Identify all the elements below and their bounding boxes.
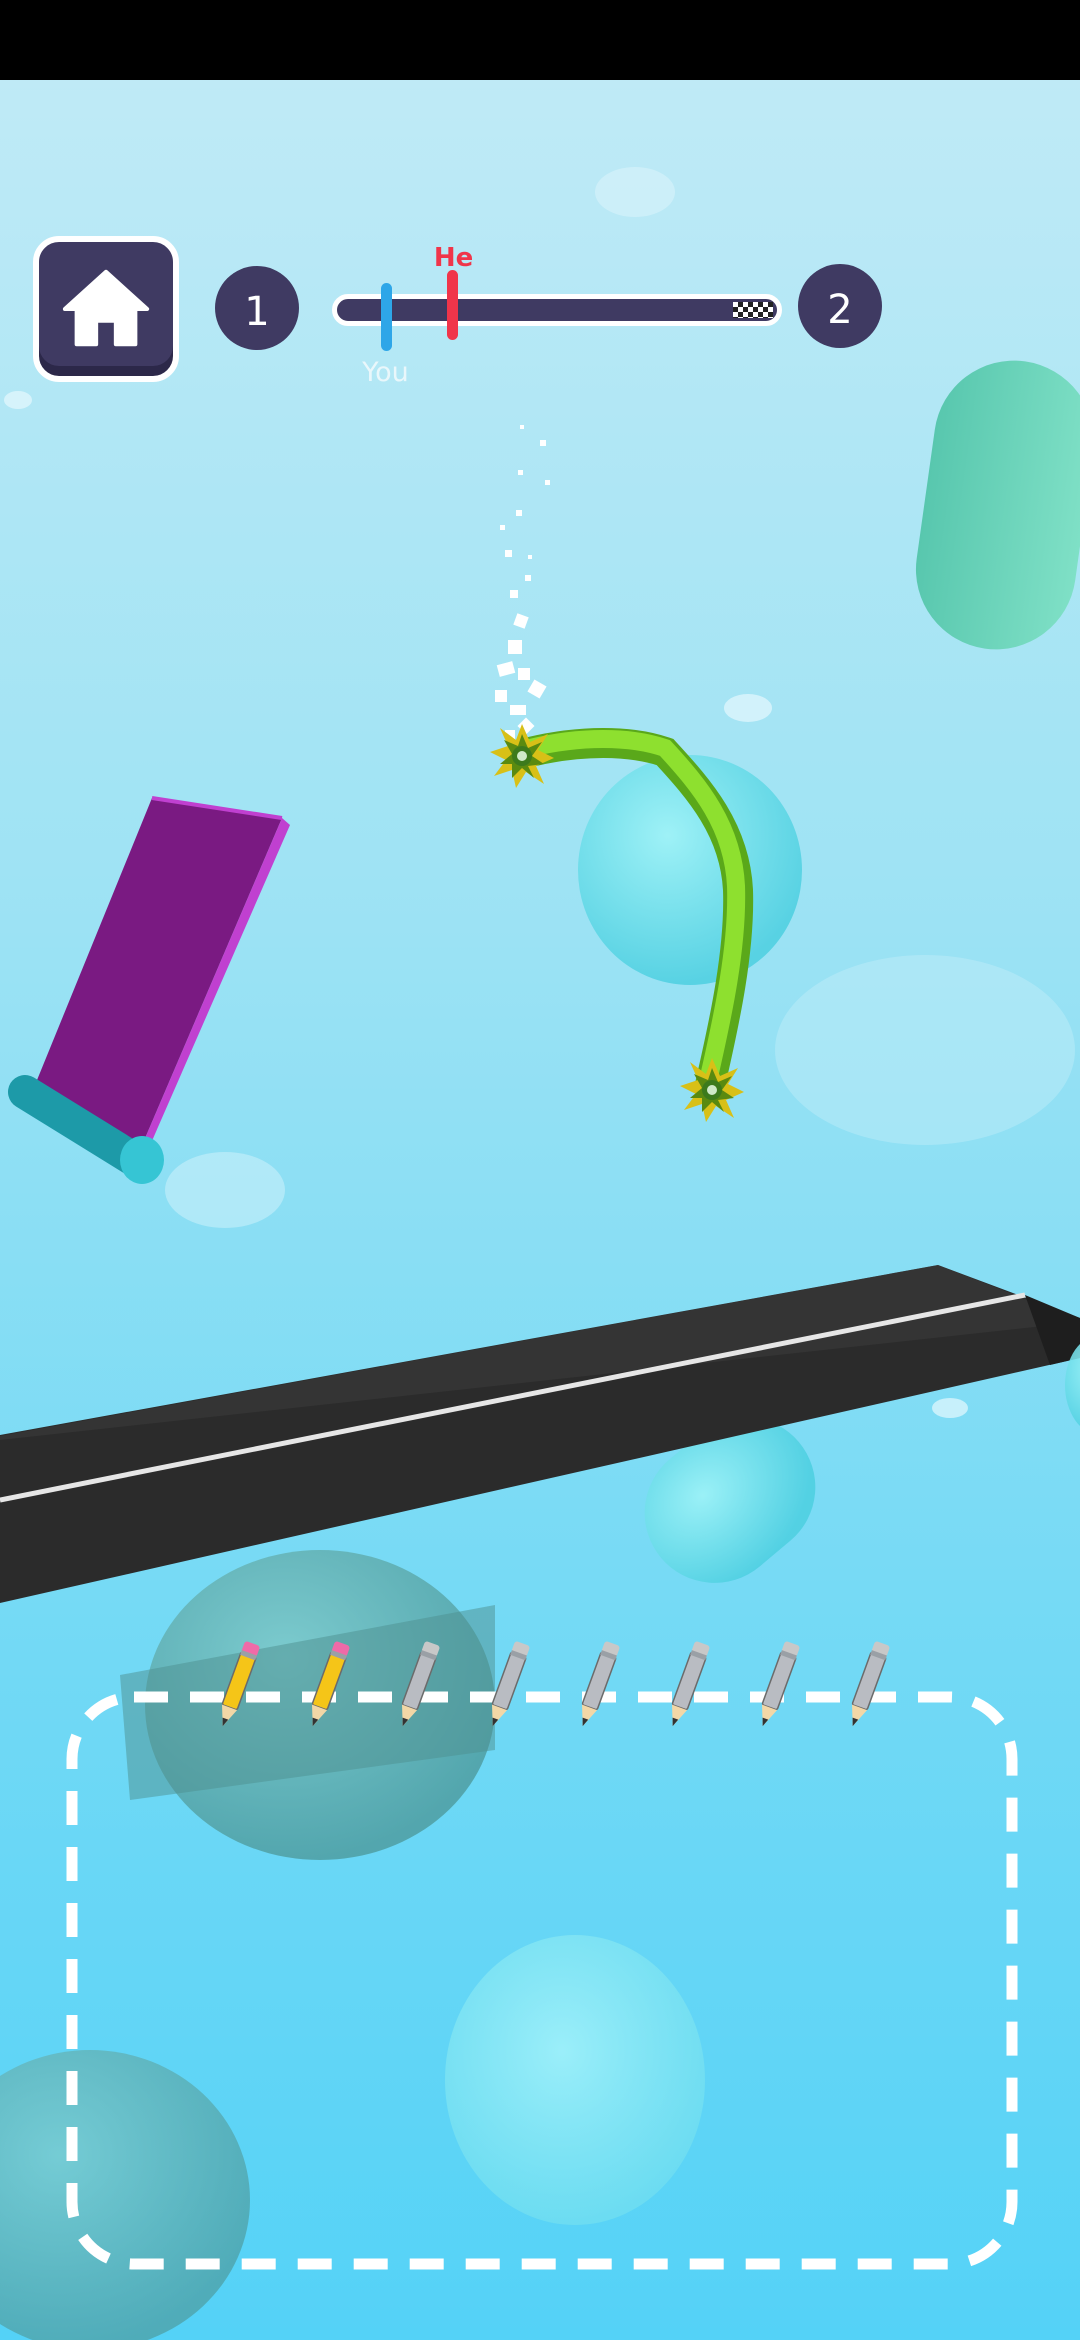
spiked-wheel-rear [680,1058,744,1122]
particle-trail [495,425,550,740]
road-track [0,1265,1080,1603]
home-icon [62,269,150,347]
home-button[interactable] [33,236,179,382]
drawing-area[interactable] [72,1697,1012,2264]
purple-ramp [8,796,290,1184]
capsule-obstacle [915,360,1080,650]
checkered-flag-icon [733,302,773,318]
opponent-progress-marker [446,270,458,340]
next-level-badge: 2 [798,264,882,348]
player-progress-marker [381,283,393,351]
current-level-badge: 1 [215,266,299,350]
race-progress-bar [332,294,782,326]
player-label: You [362,357,409,388]
opponent-label: He [433,243,474,273]
